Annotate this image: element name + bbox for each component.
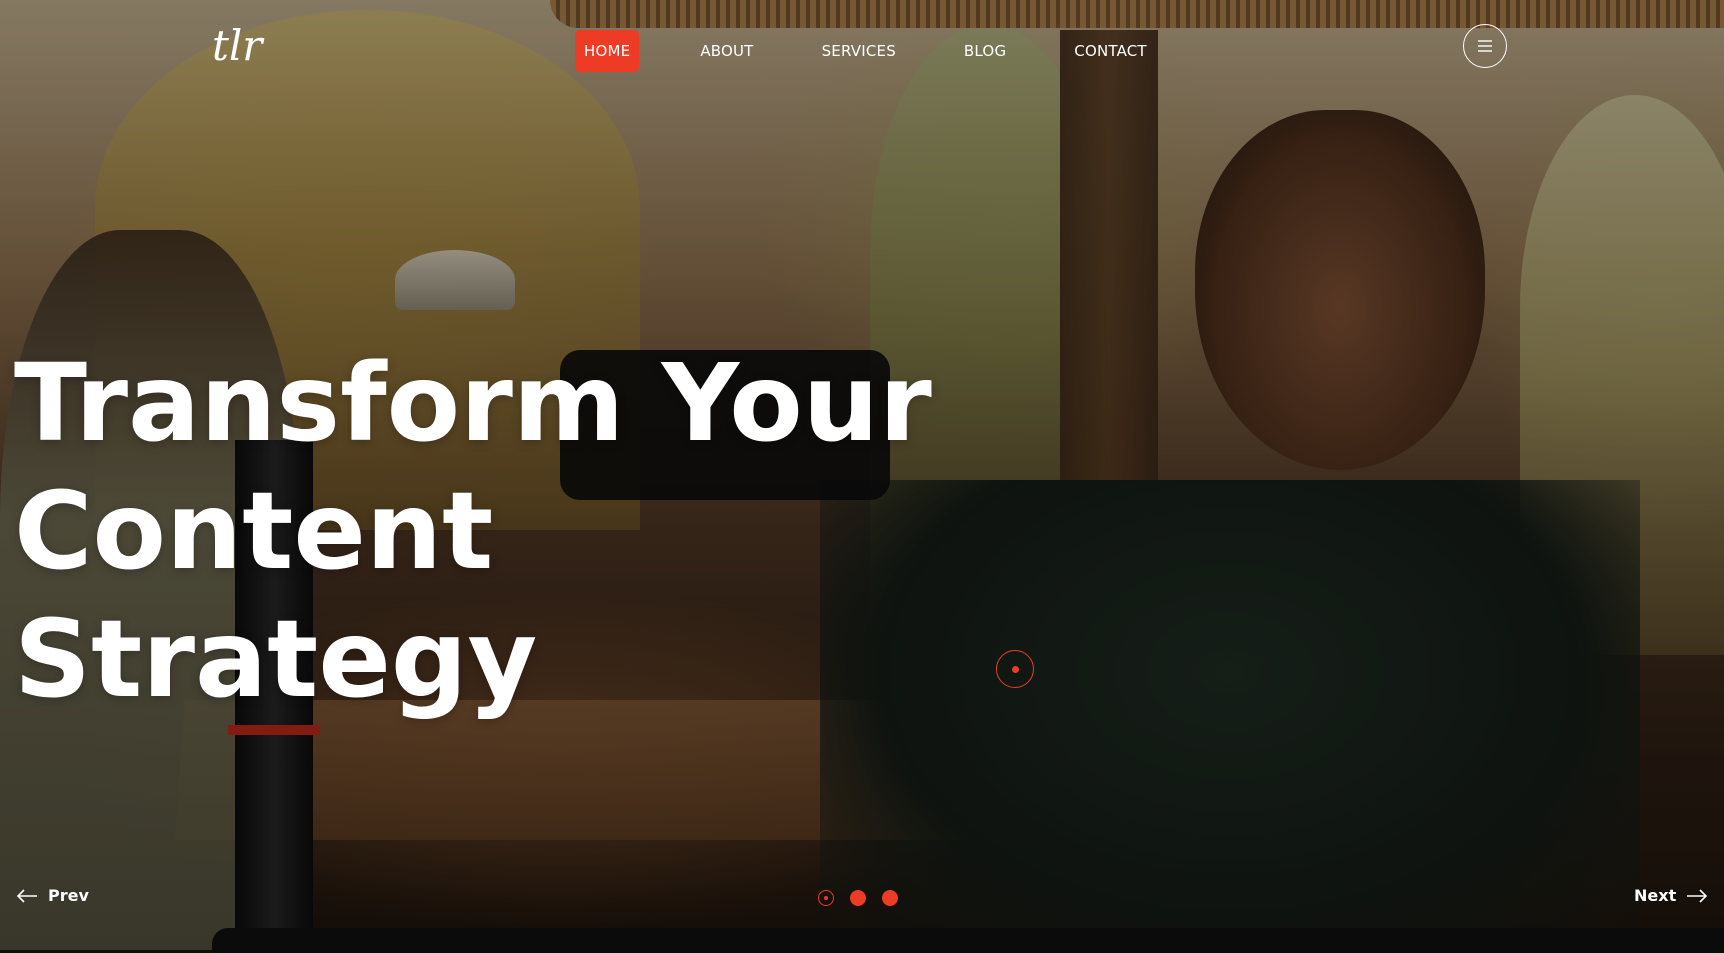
slide-dot-3[interactable] (882, 890, 898, 906)
next-label: Next (1634, 886, 1677, 905)
nav-item-blog[interactable]: BLOG (955, 30, 1015, 72)
prev-label: Prev (48, 886, 89, 905)
svg-text:tlr: tlr (212, 21, 265, 70)
arrow-left-icon (16, 888, 37, 903)
cursor-dot (1012, 666, 1019, 673)
logo-mark: tlr (212, 21, 265, 70)
main-nav: HOME ABOUT SERVICES BLOG CONTACT (575, 28, 1206, 73)
slide-dot-2[interactable] (850, 890, 866, 906)
brand-logo[interactable]: tlr (210, 18, 292, 73)
nav-item-services[interactable]: SERVICES (813, 30, 905, 72)
slide-dot-1[interactable] (818, 890, 834, 906)
headline-line-1: Transform Your Content (14, 342, 932, 594)
nav-item-home[interactable]: HOME (575, 29, 640, 72)
slider-pagination (818, 890, 898, 906)
menu-button[interactable] (1463, 24, 1507, 68)
hero-headline: Transform Your Content Strategy (14, 340, 1414, 724)
nav-item-contact[interactable]: CONTACT (1065, 30, 1156, 72)
custom-cursor (996, 650, 1034, 688)
nav-item-about[interactable]: ABOUT (691, 30, 762, 72)
hamburger-icon (1478, 40, 1492, 52)
arrow-right-icon (1687, 888, 1708, 903)
headline-line-2: Strategy (14, 598, 538, 722)
bottom-content-panel (212, 928, 1724, 953)
prev-button[interactable]: Prev (16, 886, 89, 905)
next-button[interactable]: Next (1634, 886, 1708, 905)
